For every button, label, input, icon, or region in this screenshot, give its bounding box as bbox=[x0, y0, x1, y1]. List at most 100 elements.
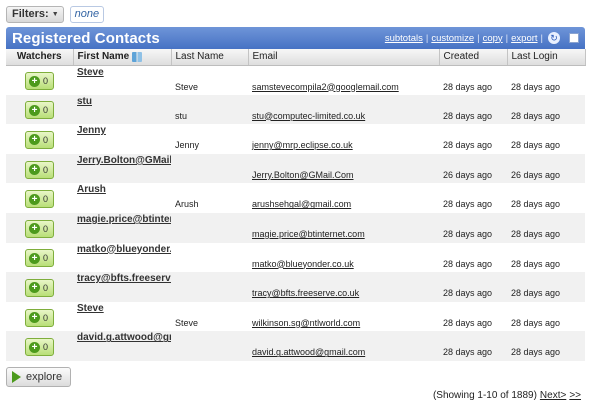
watch-button[interactable]: + 0 bbox=[24, 160, 54, 179]
col-created[interactable]: Created bbox=[439, 49, 508, 66]
watch-button[interactable]: + 0 bbox=[24, 101, 54, 120]
watch-button[interactable]: + 0 bbox=[24, 130, 54, 149]
table-row: + 0 stu stu stu@computec-limited.co.uk 2… bbox=[6, 94, 585, 125]
watch-button[interactable]: + 0 bbox=[24, 72, 54, 91]
email-cell: david.g.attwood@gmail.com bbox=[248, 331, 439, 361]
pagination: (Showing 1-10 of 1889) Next> >> bbox=[433, 390, 581, 401]
first-name-cell: matko@blueyonder.co.uk bbox=[73, 243, 171, 273]
refresh-icon[interactable]: ↻ bbox=[548, 32, 560, 44]
contact-name-link[interactable]: stu bbox=[77, 96, 92, 107]
watcher-count: 0 bbox=[42, 282, 48, 293]
email-link[interactable]: matko@blueyonder.co.uk bbox=[252, 259, 354, 269]
last-login-value: 26 days ago bbox=[511, 169, 561, 180]
last-name-cell bbox=[171, 213, 248, 243]
email-link[interactable]: stu@computec-limited.co.uk bbox=[252, 111, 365, 121]
contact-name-link[interactable]: Steve bbox=[77, 67, 104, 78]
email-link[interactable]: wilkinson.sg@ntlworld.com bbox=[252, 318, 360, 328]
first-name-value bbox=[175, 272, 244, 288]
email-link[interactable]: tracy@bfts.freeserve.co.uk bbox=[252, 288, 359, 298]
table-row: + 0 Jenny Jenny jenny@mrp.eclipse.co.uk … bbox=[6, 124, 585, 154]
last-name-cell: Arush bbox=[171, 183, 248, 213]
copy-link[interactable]: copy bbox=[483, 33, 503, 44]
first-name-value bbox=[175, 243, 244, 259]
last-name-cell bbox=[171, 243, 248, 273]
first-name-cell: Arush bbox=[73, 183, 171, 213]
created-value: 28 days ago bbox=[443, 199, 493, 210]
col-last-login[interactable]: Last Login bbox=[507, 49, 586, 66]
next-page-link[interactable]: Next> bbox=[540, 390, 566, 401]
created-cell: 28 days ago bbox=[439, 302, 507, 332]
filters-label: Filters: bbox=[12, 8, 49, 20]
email-link[interactable]: Jerry.Bolton@GMail.Com bbox=[252, 170, 354, 180]
watchers-cell: + 0 bbox=[6, 95, 73, 125]
filters-dropdown[interactable]: Filters: ▼ bbox=[6, 5, 64, 23]
col-first-name[interactable]: First Name bbox=[73, 49, 172, 66]
plus-icon: + bbox=[28, 193, 40, 205]
created-value: 28 days ago bbox=[443, 317, 493, 328]
created-value: 28 days ago bbox=[443, 228, 493, 239]
email-cell: matko@blueyonder.co.uk bbox=[248, 243, 439, 273]
watch-button[interactable]: + 0 bbox=[24, 278, 54, 297]
created-value: 28 days ago bbox=[443, 110, 493, 121]
watcher-count: 0 bbox=[42, 342, 48, 353]
explore-button[interactable]: explore bbox=[6, 367, 72, 387]
contacts-panel: Registered Contacts subtotals | customize… bbox=[6, 27, 586, 361]
subtotals-link[interactable]: subtotals bbox=[385, 33, 423, 44]
contact-name-link[interactable]: tracy@bfts.freeserve.co.uk bbox=[77, 273, 171, 284]
watchers-cell: + 0 bbox=[6, 331, 73, 361]
created-cell: 26 days ago bbox=[439, 154, 507, 184]
contact-name-link[interactable]: david.g.attwood@gmail.com bbox=[77, 332, 171, 343]
last-name-cell: stu bbox=[171, 95, 248, 125]
email-link[interactable]: jenny@mrp.eclipse.co.uk bbox=[252, 140, 353, 150]
email-cell: tracy@bfts.freeserve.co.uk bbox=[248, 272, 439, 302]
panel-titlebar: Registered Contacts subtotals | customize… bbox=[6, 27, 585, 49]
watch-button[interactable]: + 0 bbox=[24, 338, 54, 357]
contact-name-link[interactable]: magie.price@btinternet.com bbox=[77, 214, 171, 225]
email-link[interactable]: arushsehgal@gmail.com bbox=[252, 199, 351, 209]
plus-icon: + bbox=[28, 312, 40, 324]
last-login-cell: 28 days ago bbox=[507, 272, 585, 302]
last-name-cell bbox=[171, 272, 248, 302]
watch-button[interactable]: + 0 bbox=[24, 219, 54, 238]
last-login-value: 28 days ago bbox=[511, 258, 561, 269]
created-value: 28 days ago bbox=[443, 140, 493, 151]
email-cell: samstevecompila2@googlemail.com bbox=[248, 65, 439, 95]
watchers-cell: + 0 bbox=[6, 213, 73, 243]
contact-name-link[interactable]: Arush bbox=[77, 184, 106, 195]
watchers-cell: + 0 bbox=[6, 183, 73, 213]
pagination-summary: (Showing 1-10 of 1889) bbox=[432, 390, 537, 401]
last-login-cell: 28 days ago bbox=[507, 331, 585, 361]
watch-button[interactable]: + 0 bbox=[24, 308, 54, 327]
last-name-cell bbox=[171, 331, 248, 361]
last-login-cell: 28 days ago bbox=[507, 302, 585, 332]
select-all-checkbox[interactable] bbox=[569, 33, 579, 43]
email-link[interactable]: magie.price@btinternet.com bbox=[252, 229, 365, 239]
contact-name-link[interactable]: matko@blueyonder.co.uk bbox=[77, 244, 171, 255]
contact-name-link[interactable]: Jenny bbox=[77, 125, 106, 136]
last-name-cell: Jenny bbox=[171, 124, 248, 154]
contact-name-link[interactable]: Jerry.Bolton@GMail.Com bbox=[77, 155, 171, 166]
filter-value-chip[interactable]: none bbox=[69, 5, 105, 23]
email-link[interactable]: david.g.attwood@gmail.com bbox=[252, 347, 365, 357]
watch-button[interactable]: + 0 bbox=[24, 249, 54, 268]
first-name-cell: Steve bbox=[73, 65, 171, 95]
watch-button[interactable]: + 0 bbox=[24, 190, 54, 209]
col-watchers[interactable]: Watchers bbox=[6, 49, 74, 66]
watcher-count: 0 bbox=[42, 76, 48, 87]
panel-title: Registered Contacts bbox=[12, 29, 160, 47]
created-cell: 28 days ago bbox=[439, 213, 507, 243]
created-value: 28 days ago bbox=[443, 258, 493, 269]
last-page-link[interactable]: >> bbox=[569, 390, 581, 401]
email-link[interactable]: samstevecompila2@googlemail.com bbox=[252, 82, 399, 92]
col-last-name[interactable]: Last Name bbox=[171, 49, 249, 66]
plus-icon: + bbox=[28, 282, 40, 294]
created-value: 28 days ago bbox=[443, 81, 493, 92]
first-name-value: Steve bbox=[175, 81, 199, 92]
sort-ascending-icon bbox=[132, 51, 143, 62]
plus-icon: + bbox=[28, 164, 40, 176]
customize-link[interactable]: customize bbox=[431, 33, 474, 44]
col-email[interactable]: Email bbox=[248, 49, 440, 66]
export-link[interactable]: export bbox=[511, 33, 537, 44]
email-cell: Jerry.Bolton@GMail.Com bbox=[248, 154, 439, 184]
contact-name-link[interactable]: Steve bbox=[77, 303, 104, 314]
